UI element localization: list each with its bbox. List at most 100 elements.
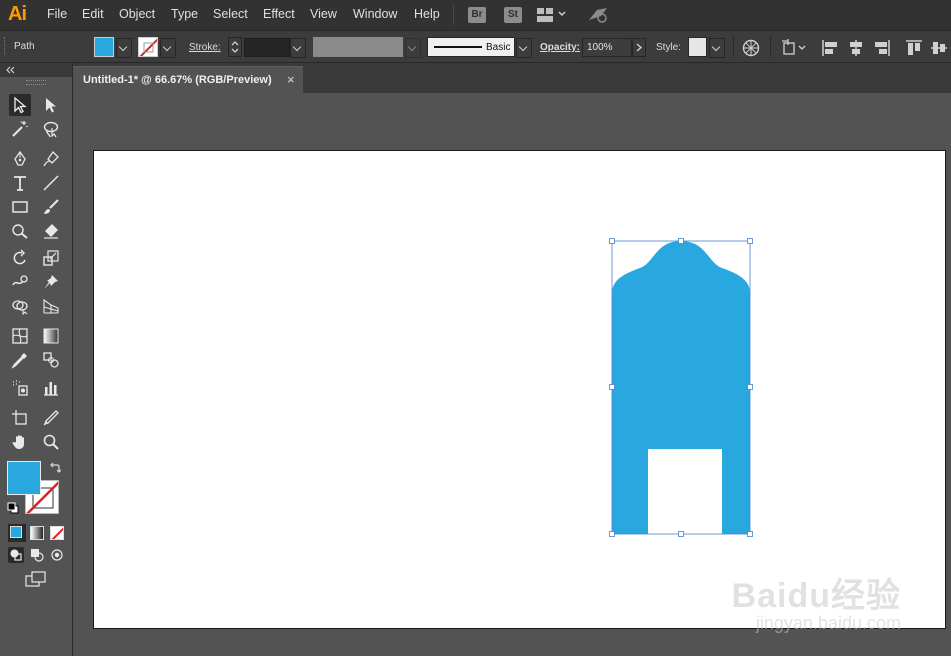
pen-nib-icon	[14, 150, 26, 166]
puppet-warp-tool[interactable]	[40, 271, 62, 293]
stroke-weight-input[interactable]	[244, 38, 290, 57]
selection-tool[interactable]	[9, 94, 31, 116]
gradient-tool[interactable]	[40, 325, 62, 347]
shaper-tool[interactable]	[9, 220, 31, 242]
default-fill-stroke-icon[interactable]	[7, 502, 19, 514]
opacity-label[interactable]: Opacity:	[540, 42, 580, 53]
gradient-mode-button[interactable]	[30, 526, 44, 540]
stock-button[interactable]: St	[504, 7, 522, 23]
direct-selection-arrow-icon	[46, 98, 56, 113]
lasso-tool[interactable]	[40, 118, 62, 140]
rectangle-tool[interactable]	[9, 196, 31, 218]
close-tab-icon[interactable]: ×	[287, 72, 295, 87]
stroke-dropdown[interactable]	[160, 38, 176, 58]
blend-tool[interactable]	[40, 349, 62, 371]
bridge-button[interactable]: Br	[468, 7, 486, 23]
pen-tool[interactable]	[9, 148, 31, 170]
shape-builder-tool[interactable]	[9, 295, 31, 317]
menu-help[interactable]: Help	[414, 7, 440, 21]
align-horizontal-center-icon[interactable]	[847, 39, 865, 60]
stroke-swatch[interactable]	[138, 37, 158, 57]
draw-behind-icon[interactable]	[29, 547, 45, 563]
menu-type[interactable]: Type	[171, 7, 198, 21]
slice-tool[interactable]	[40, 407, 62, 429]
document-tab-title: Untitled-1* @ 66.67% (RGB/Preview)	[83, 74, 272, 86]
fill-dropdown[interactable]	[116, 38, 132, 58]
menu-edit[interactable]: Edit	[82, 7, 104, 21]
menu-object[interactable]: Object	[119, 7, 155, 21]
draw-normal-icon	[10, 549, 22, 561]
fill-swatch[interactable]	[94, 37, 114, 57]
graphic-style-dropdown[interactable]	[709, 38, 725, 58]
curvature-pen-icon	[43, 150, 59, 167]
curvature-tool[interactable]	[40, 148, 62, 170]
rotate-tool[interactable]	[9, 247, 31, 269]
column-graph-tool[interactable]	[40, 377, 62, 399]
selection-type-label: Path	[14, 41, 35, 52]
stroke-weight-stepper[interactable]	[228, 37, 242, 57]
zoom-tool[interactable]	[40, 431, 62, 453]
gpu-performance-icon[interactable]	[587, 6, 609, 27]
handle-middle-left	[609, 384, 615, 390]
recolor-artwork-icon[interactable]	[742, 39, 760, 60]
pushpin-icon	[44, 275, 58, 289]
swap-fill-stroke-icon[interactable]	[49, 462, 61, 474]
paintbrush-tool[interactable]	[40, 196, 62, 218]
color-mode-button[interactable]	[8, 524, 26, 542]
menu-select[interactable]: Select	[213, 7, 248, 21]
brush-dropdown[interactable]	[516, 38, 532, 58]
brush-definition[interactable]: Basic	[427, 37, 515, 57]
fill-color-box[interactable]	[7, 461, 41, 495]
arrange-documents-icon[interactable]	[537, 8, 567, 25]
type-tool[interactable]	[9, 172, 31, 194]
magic-wand-tool[interactable]	[9, 118, 31, 140]
draw-normal-button[interactable]	[8, 547, 24, 563]
align-to-icon[interactable]	[782, 39, 808, 60]
mesh-tool[interactable]	[9, 325, 31, 347]
opacity-slider-toggle[interactable]	[632, 38, 646, 57]
gradient-icon	[43, 328, 59, 344]
perspective-grid-tool[interactable]	[40, 295, 62, 317]
handle-bottom-left	[609, 531, 615, 537]
artboard-tool[interactable]	[9, 407, 31, 429]
eyedropper-tool[interactable]	[9, 349, 31, 371]
menu-effect[interactable]: Effect	[263, 7, 295, 21]
graphic-style-swatch[interactable]	[688, 37, 707, 57]
align-left-icon[interactable]	[821, 39, 839, 60]
variable-width-profile[interactable]	[313, 37, 403, 57]
type-t-icon	[14, 176, 26, 191]
warp-tool[interactable]	[9, 271, 31, 293]
menu-window[interactable]: Window	[353, 7, 397, 21]
eraser-tool[interactable]	[40, 220, 62, 242]
handle-bottom-right	[747, 531, 753, 537]
stroke-label[interactable]: Stroke:	[189, 42, 221, 53]
screen-mode-icon[interactable]	[24, 571, 48, 589]
line-segment-tool[interactable]	[40, 172, 62, 194]
align-top-icon[interactable]	[905, 39, 923, 60]
brush-name: Basic	[486, 42, 511, 53]
opacity-input[interactable]: 100%	[582, 38, 632, 57]
draw-inside-icon[interactable]	[49, 547, 65, 563]
none-mode-button[interactable]	[50, 526, 64, 540]
align-vertical-center-icon[interactable]	[930, 39, 948, 60]
hand-tool[interactable]	[9, 431, 31, 453]
perspective-grid-icon	[43, 298, 59, 314]
stroke-weight-dropdown[interactable]	[290, 38, 306, 58]
stepper-arrows-icon	[231, 41, 239, 53]
menu-file[interactable]: File	[47, 7, 67, 21]
handle-middle-right	[747, 384, 753, 390]
menu-view[interactable]: View	[310, 7, 337, 21]
scale-tool[interactable]	[40, 247, 62, 269]
eyedropper-icon	[11, 353, 27, 369]
symbol-sprayer-tool[interactable]	[9, 377, 31, 399]
rotate-icon	[13, 249, 26, 265]
variable-width-dropdown[interactable]	[405, 38, 421, 58]
collapse-panel-icon[interactable]	[5, 66, 15, 74]
document-tab[interactable]: Untitled-1* @ 66.67% (RGB/Preview) ×	[73, 66, 303, 94]
column-graph-icon	[44, 382, 58, 396]
direct-selection-tool[interactable]	[40, 94, 62, 116]
watermark: Baidu经验 jingyan.baidu.com	[732, 568, 901, 634]
align-right-icon[interactable]	[873, 39, 891, 60]
artboard[interactable]	[93, 150, 946, 629]
selected-path-shape[interactable]	[612, 241, 750, 534]
